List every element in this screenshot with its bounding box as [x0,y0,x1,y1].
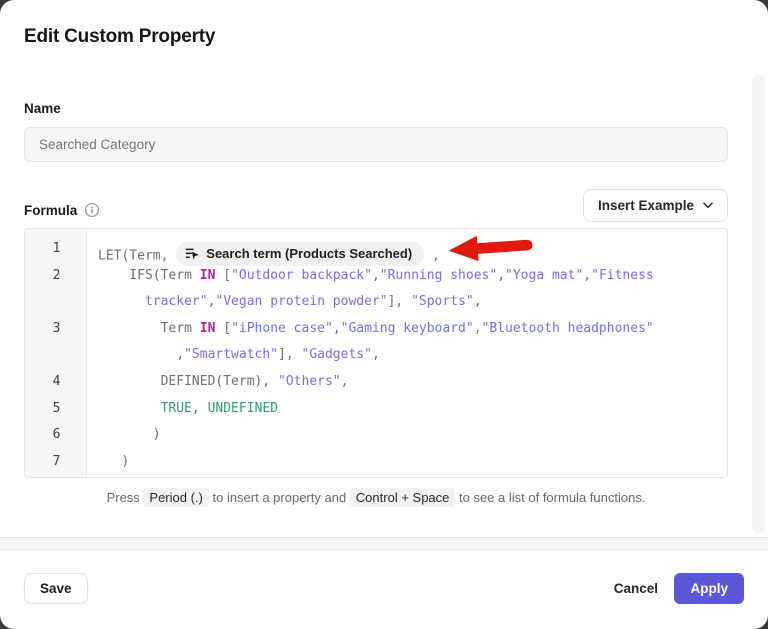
search-term-icon [185,246,200,261]
formula-label-row: Formula [24,202,100,218]
code-row: 4DEFINED(Term), "Others", [25,369,727,396]
code-token: IN [200,321,216,336]
chevron-down-icon [703,202,713,209]
code-line: tracker", "Vegan protein powder"], "Sport… [88,289,727,316]
code-token: [ [215,321,231,336]
info-icon[interactable] [84,202,100,218]
code-token: "Vegan protein powder" [215,294,387,309]
code-row: 3Term IN ["iPhone case","Gaming keyboard… [25,316,727,343]
line-number: 5 [25,396,88,423]
code-token: ) [121,454,129,469]
property-token-label: Search term (Products Searched) [206,241,412,268]
line-number: 3 [25,316,88,343]
code-token: , [176,347,184,362]
name-input[interactable] [24,127,728,162]
code-token: "Fitness [591,268,654,283]
code-row: 1LET(Term, Search term (Products Searche… [25,236,727,263]
apply-button[interactable]: Apply [674,573,744,604]
hint-mid: to insert a property and [209,490,350,505]
code-token: , [333,321,341,336]
code-token: "Sports" [411,294,474,309]
formula-field-label: Formula [24,203,77,218]
code-line: TRUE, UNDEFINED [88,396,727,423]
footer-divider [0,537,768,550]
cancel-button-label: Cancel [614,581,658,596]
code-row: 6) [25,422,727,449]
apply-button-label: Apply [690,581,728,596]
save-button[interactable]: Save [24,573,88,604]
hint-post: to see a list of formula functions. [455,490,645,505]
code-token: , [341,374,349,389]
code-token: "Others" [278,374,341,389]
code-line: ,"Smartwatch"], "Gadgets", [88,342,727,369]
code-token: "Bluetooth headphones" [482,321,654,336]
formula-code-editor[interactable]: 1LET(Term, Search term (Products Searche… [24,228,728,478]
code-token: , [583,268,591,283]
property-token-chip[interactable]: Search term (Products Searched) [176,242,424,266]
code-token: "Gaming keyboard" [341,321,474,336]
code-token: tracker" [145,294,208,309]
code-token: TRUE [161,401,192,416]
editor-hint-text: Press Period (.) to insert a property an… [24,490,728,505]
red-arrow-annotation-icon [447,230,540,276]
code-line: DEFINED(Term), "Others", [88,369,727,396]
code-token: [ [215,268,231,283]
code-token: LET(Term, [98,248,176,263]
code-token: DEFINED(Term), [161,374,278,389]
code-row: ,"Smartwatch"], "Gadgets", [25,342,727,369]
code-token: , [192,401,208,416]
cancel-button[interactable]: Cancel [608,573,664,604]
name-field-label: Name [24,101,61,116]
code-token: IN [200,268,216,283]
code-token: , [424,248,440,263]
code-token: ) [153,427,161,442]
insert-example-label: Insert Example [598,198,694,213]
code-token: ], [278,347,301,362]
formula-code-rows: 1LET(Term, Search term (Products Searche… [25,229,727,477]
line-number: 2 [25,263,88,290]
kbd-period: Period (.) [143,488,208,507]
code-line: ) [88,422,727,449]
code-token: "iPhone case" [231,321,333,336]
line-number: 6 [25,422,88,449]
code-token: , [474,321,482,336]
code-token: , [372,268,380,283]
line-number: 7 [25,449,88,476]
code-token: ], [388,294,411,309]
line-number: 4 [25,369,88,396]
code-token: UNDEFINED [208,401,278,416]
page-title: Edit Custom Property [24,26,215,48]
line-number: 1 [25,236,88,263]
edit-custom-property-dialog: Edit Custom Property Name Formula Insert… [0,0,768,629]
code-line: Term IN ["iPhone case","Gaming keyboard"… [88,316,727,343]
code-token: "Outdoor backpack" [231,268,372,283]
hint-pre: Press [107,490,144,505]
code-line: ) [88,449,727,476]
insert-example-button[interactable]: Insert Example [583,189,728,222]
save-button-label: Save [40,581,72,596]
code-token: , [474,294,482,309]
kbd-control-space: Control + Space [350,488,456,507]
code-row: tracker", "Vegan protein powder"], "Sport… [25,289,727,316]
code-line: LET(Term, Search term (Products Searched… [88,236,727,263]
code-token: "Smartwatch" [184,347,278,362]
line-number [25,342,88,369]
scrollbar-track[interactable] [752,75,765,533]
code-token: "Gadgets" [302,347,372,362]
code-token: , [372,347,380,362]
code-token: Term [161,321,200,336]
code-token: IFS(Term [129,268,199,283]
code-row: 5TRUE, UNDEFINED [25,396,727,423]
line-number [25,289,88,316]
code-row: 7) [25,449,727,476]
